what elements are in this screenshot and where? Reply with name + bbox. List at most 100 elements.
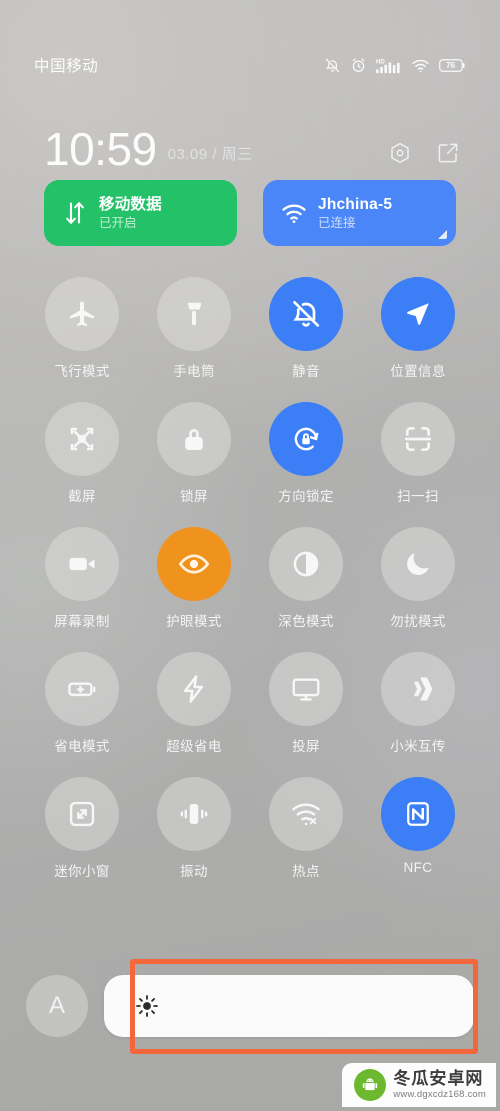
- toggle-label: 超级省电: [166, 739, 222, 754]
- toggle-scan[interactable]: 扫一扫: [362, 402, 474, 505]
- quick-toggle-grid: 飞行模式 手电筒 静音 位置信息 截屏 锁屏 方向锁定 扫一扫 屏幕录制 护眼模…: [26, 277, 474, 880]
- scan-icon: [402, 423, 434, 455]
- wifi-icon: [411, 57, 430, 74]
- toggle-hotspot[interactable]: 热点: [250, 777, 362, 880]
- screen-record-icon: [66, 548, 98, 580]
- toggle-label: 屏幕录制: [54, 614, 110, 629]
- toggle-circle[interactable]: [45, 402, 119, 476]
- watermark-title: 冬瓜安卓网: [393, 1069, 484, 1089]
- toggle-label: 方向锁定: [278, 489, 334, 504]
- toggle-battery-saver[interactable]: 省电模式: [26, 652, 138, 755]
- nfc-icon: [403, 799, 433, 829]
- clock-row: 10:59 03.09 / 周三: [0, 113, 500, 172]
- toggle-lock-screen[interactable]: 锁屏: [138, 402, 250, 505]
- toggle-label: 小米互传: [390, 739, 446, 754]
- mobile-data-icon: [62, 200, 88, 226]
- toggle-circle[interactable]: [157, 277, 231, 351]
- toggle-label: 迷你小窗: [54, 864, 110, 879]
- edit-icon[interactable]: [436, 141, 460, 165]
- toggle-circle[interactable]: [45, 527, 119, 601]
- toggle-circle[interactable]: [269, 777, 343, 851]
- toggle-circle[interactable]: [157, 652, 231, 726]
- toggle-circle[interactable]: [269, 277, 343, 351]
- toggle-circle[interactable]: [157, 777, 231, 851]
- settings-icon[interactable]: [388, 141, 412, 165]
- toggle-label: 勿扰模式: [390, 614, 446, 629]
- toggle-label: 热点: [292, 864, 320, 879]
- toggle-circle[interactable]: [45, 277, 119, 351]
- toggle-cast[interactable]: 投屏: [250, 652, 362, 755]
- flashlight-icon: [179, 299, 209, 329]
- mini-window-icon: [66, 798, 98, 830]
- toggle-label: 静音: [292, 364, 320, 379]
- toggle-circle[interactable]: [381, 652, 455, 726]
- mi-share-icon: [402, 673, 434, 705]
- hd-signal-icon: HD: [376, 57, 402, 74]
- toggle-circle[interactable]: [269, 402, 343, 476]
- status-icon-group: HD 76: [324, 57, 466, 74]
- toggle-ultra-battery-saver[interactable]: 超级省电: [138, 652, 250, 755]
- toggle-location[interactable]: 位置信息: [362, 277, 474, 380]
- do-not-disturb-icon: [403, 549, 433, 579]
- android-logo-icon: [354, 1069, 387, 1101]
- toggle-label: 扫一扫: [397, 489, 439, 504]
- toggle-screenshot[interactable]: 截屏: [26, 402, 138, 505]
- battery-percent-label: 76: [445, 60, 456, 70]
- watermark: 冬瓜安卓网 www.dgxcdz168.com: [342, 1063, 496, 1107]
- alarm-icon: [350, 57, 367, 74]
- auto-brightness-label: A: [48, 992, 65, 1019]
- toggle-circle[interactable]: [269, 652, 343, 726]
- toggle-label: 锁屏: [180, 489, 208, 504]
- toggle-airplane-mode[interactable]: 飞行模式: [26, 277, 138, 380]
- toggle-circle[interactable]: [381, 277, 455, 351]
- toggle-circle[interactable]: [381, 527, 455, 601]
- status-bar: 中国移动 HD 76: [0, 52, 500, 78]
- toggle-label: 振动: [180, 864, 208, 879]
- toggle-vibrate[interactable]: 振动: [138, 777, 250, 880]
- toggle-nfc[interactable]: NFC: [362, 777, 474, 880]
- brightness-slider[interactable]: [104, 975, 474, 1037]
- toggle-label: 投屏: [292, 739, 320, 754]
- wifi-ssid: Jhchina-5: [318, 195, 393, 213]
- toggle-eye-care[interactable]: 护眼模式: [138, 527, 250, 630]
- toggle-flashlight[interactable]: 手电筒: [138, 277, 250, 380]
- toggle-dark-mode[interactable]: 深色模式: [250, 527, 362, 630]
- toggle-mute[interactable]: 静音: [250, 277, 362, 380]
- auto-brightness-button[interactable]: A: [26, 975, 88, 1037]
- toggle-circle[interactable]: [157, 527, 231, 601]
- mobile-data-card[interactable]: 移动数据 已开启: [44, 180, 237, 246]
- brightness-sun-icon: [134, 993, 160, 1019]
- rotation-lock-icon: [290, 423, 322, 455]
- lock-icon: [179, 424, 209, 454]
- toggle-mini-window[interactable]: 迷你小窗: [26, 777, 138, 880]
- toggle-label: 截屏: [68, 489, 96, 504]
- wifi-status: 已连接: [318, 215, 356, 230]
- toggle-circle[interactable]: [45, 777, 119, 851]
- mobile-data-title: 移动数据: [99, 195, 162, 213]
- toggle-mi-share[interactable]: 小米互传: [362, 652, 474, 755]
- wifi-card[interactable]: Jhchina-5 已连接: [263, 180, 456, 246]
- wifi-expand-corner-icon[interactable]: [438, 230, 447, 239]
- brightness-row: A: [26, 975, 474, 1037]
- toggle-label: 位置信息: [390, 364, 446, 379]
- toggle-circle[interactable]: [381, 777, 455, 851]
- bell-off-icon: [324, 57, 341, 74]
- battery-saver-icon: [66, 673, 98, 705]
- toggle-label: NFC: [403, 860, 433, 875]
- carrier-label: 中国移动: [34, 58, 99, 75]
- toggle-circle[interactable]: [157, 402, 231, 476]
- airplane-icon: [66, 298, 98, 330]
- toggle-circle[interactable]: [269, 527, 343, 601]
- toggle-do-not-disturb[interactable]: 勿扰模式: [362, 527, 474, 630]
- toggle-label: 深色模式: [278, 614, 334, 629]
- vibrate-icon: [178, 798, 210, 830]
- toggle-label: 手电筒: [173, 364, 215, 379]
- toggle-rotation-lock[interactable]: 方向锁定: [250, 402, 362, 505]
- toggle-circle[interactable]: [381, 402, 455, 476]
- toggle-screen-record[interactable]: 屏幕录制: [26, 527, 138, 630]
- toggle-circle[interactable]: [45, 652, 119, 726]
- location-icon: [403, 299, 433, 329]
- control-center-screen: 中国移动 HD 76 10:59 03.09 / 周三 移动数据 已开启 Jhc…: [0, 0, 500, 1111]
- mobile-data-subtitle: 已开启: [99, 215, 137, 230]
- clock-date: 03.09 / 周三: [167, 146, 253, 163]
